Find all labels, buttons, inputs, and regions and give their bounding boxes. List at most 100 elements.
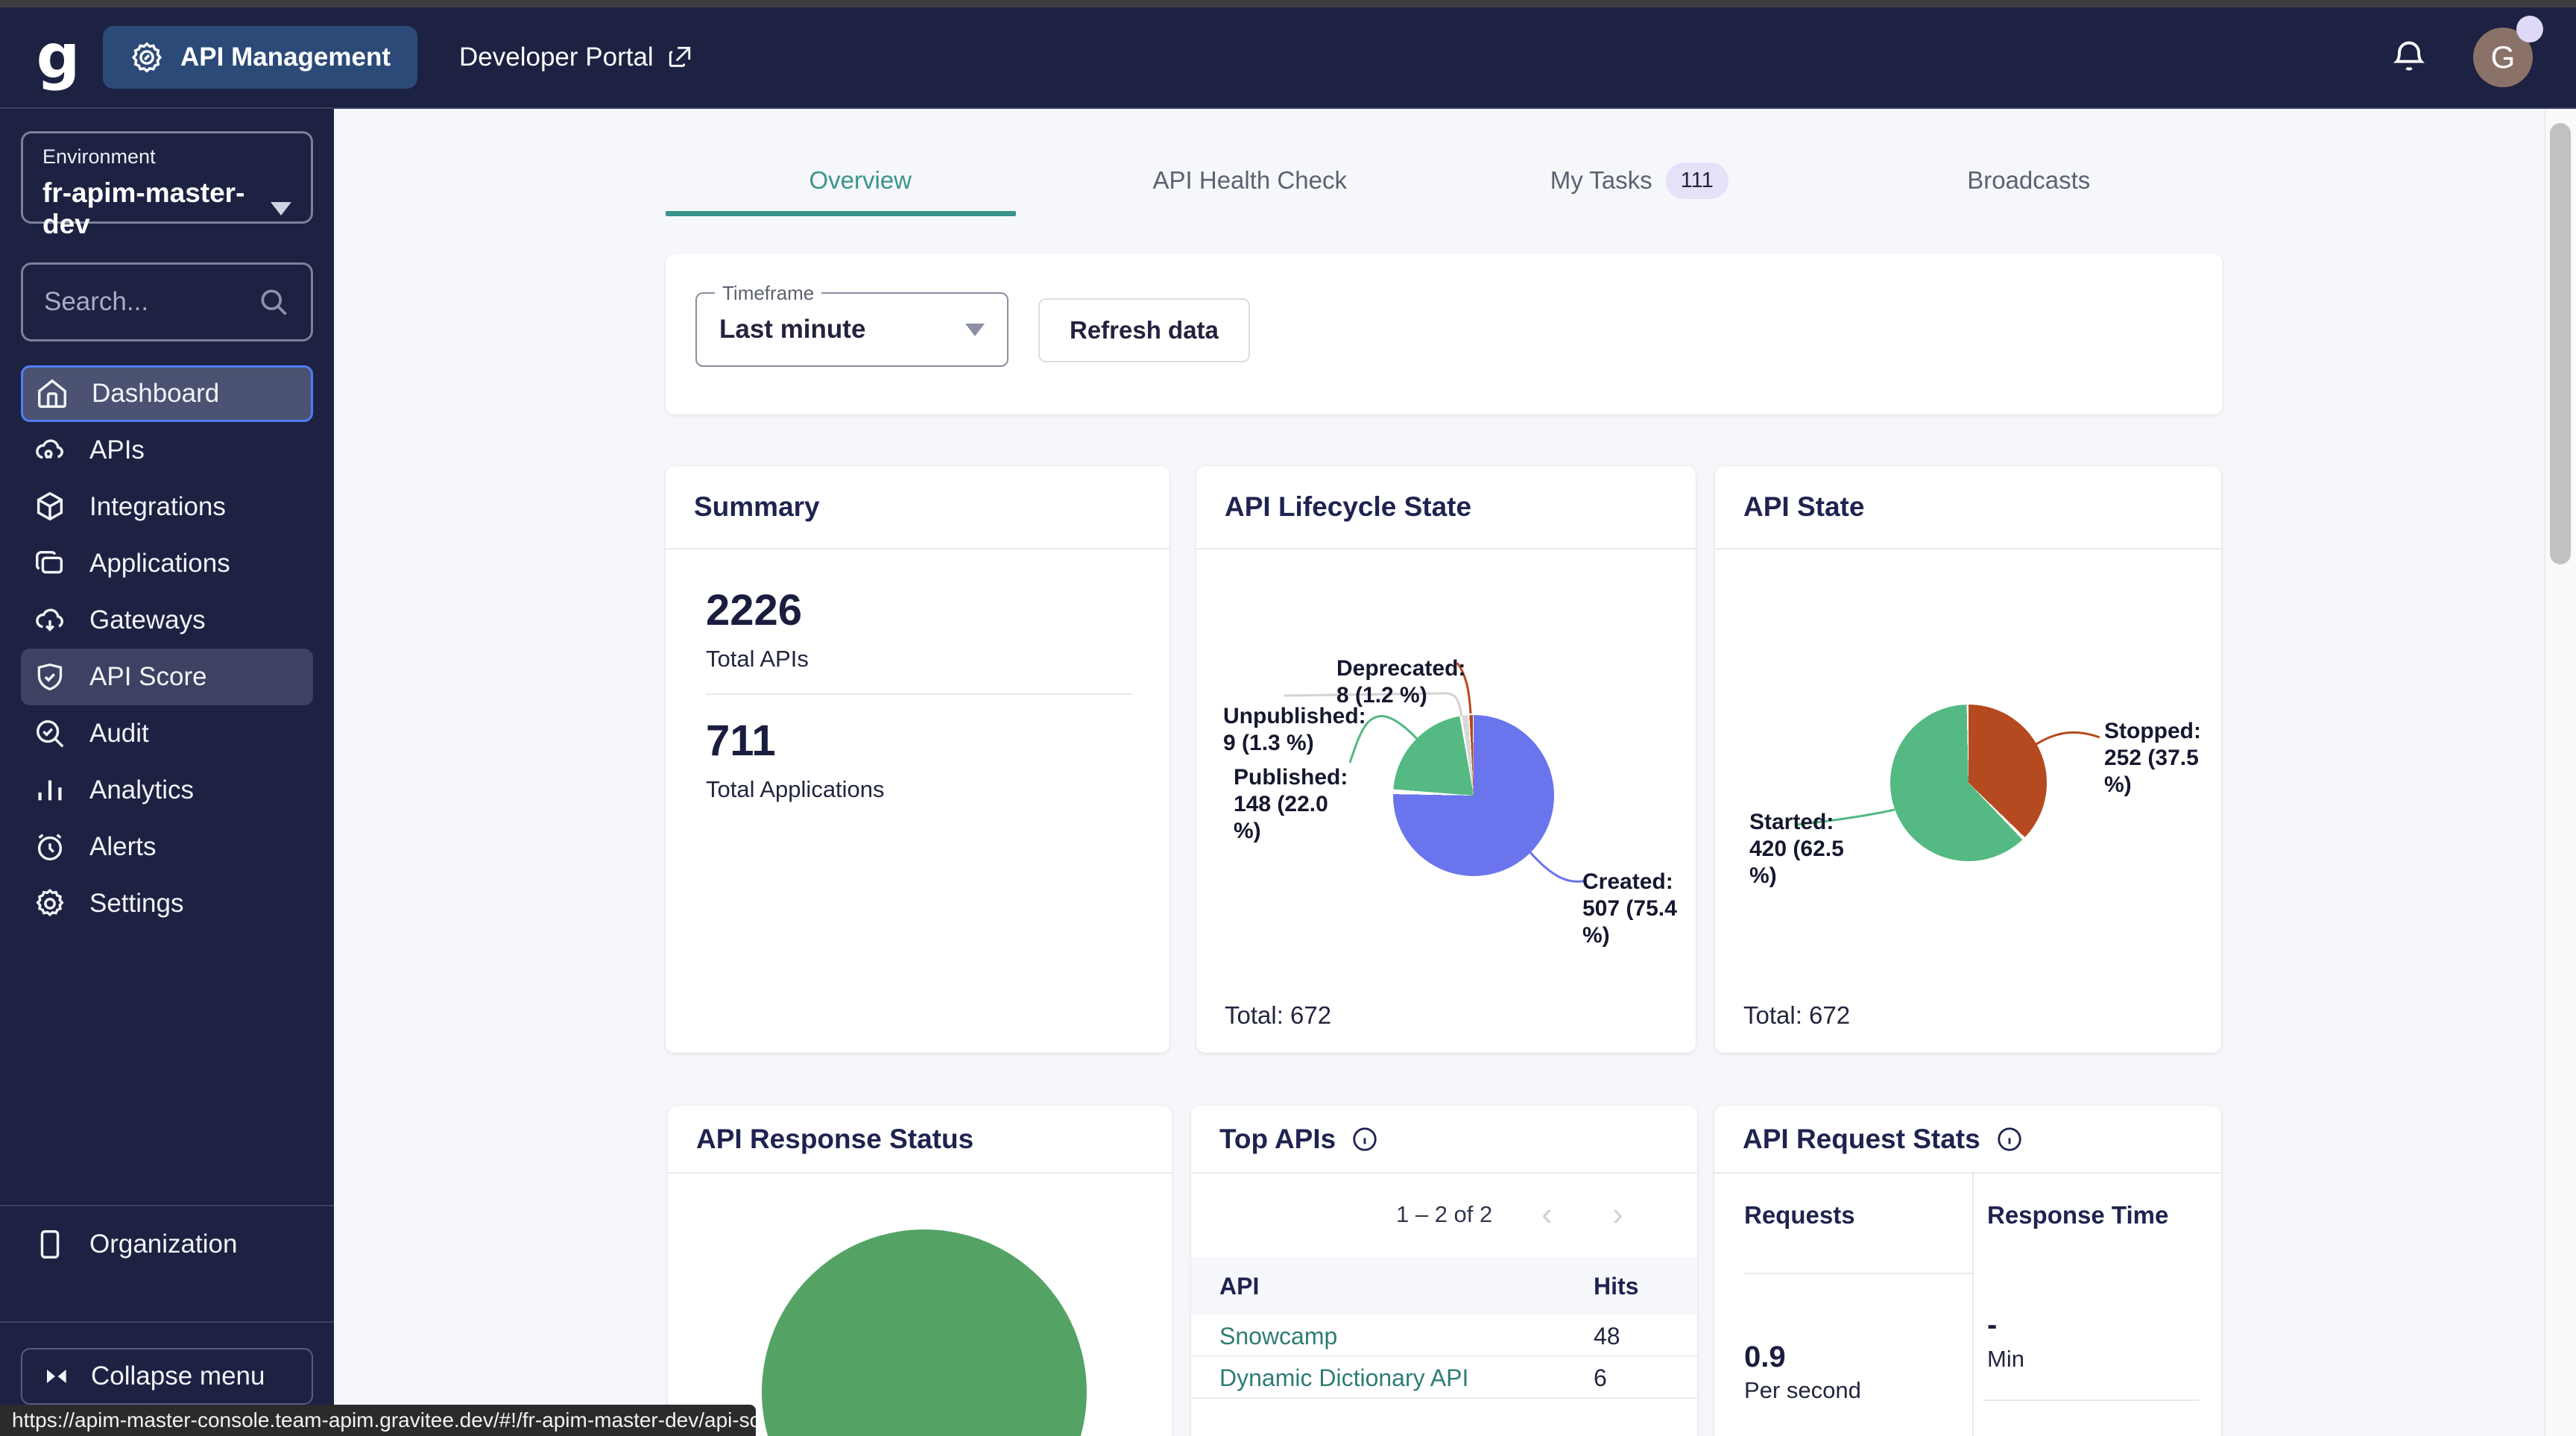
gear-badge-icon <box>130 40 164 75</box>
top-apis-card: Top APIs 1 – 2 of 2 ‹ › API Hits Snowcam… <box>1191 1106 1697 1436</box>
divider <box>1972 1172 1974 1436</box>
bar-chart-icon <box>33 773 67 807</box>
total-applications-value: 711 <box>706 716 1141 766</box>
tab-my-tasks[interactable]: My Tasks 111 <box>1445 146 1834 215</box>
requests-per-second-unit: Per second <box>1744 1377 1861 1404</box>
environment-value: fr-apim-master-dev <box>42 177 271 240</box>
tab-overview[interactable]: Overview <box>666 146 1055 215</box>
table-header: API Hits <box>1191 1257 1697 1315</box>
divider <box>1196 548 1696 549</box>
api-link[interactable]: Snowcamp <box>1219 1323 1337 1350</box>
refresh-data-button[interactable]: Refresh data <box>1038 298 1250 362</box>
table-row: Snowcamp 48 <box>1191 1317 1697 1357</box>
lifecycle-pie-chart[interactable] <box>1393 715 1554 876</box>
response-time-header: Response Time <box>1987 1201 2168 1229</box>
api-lifecycle-state-card: API Lifecycle State Deprecated:8 (1.2 %)… <box>1196 466 1696 1053</box>
pie-label-unpublished: Unpublished:9 (1.3 %) <box>1223 703 1389 757</box>
pie-label-published: Published:148 (22.0 %) <box>1234 764 1357 845</box>
tasks-count-badge: 111 <box>1666 163 1729 199</box>
card-title: API State <box>1743 491 1864 523</box>
timeframe-label: Timeframe <box>715 282 821 305</box>
total-apis-value: 2226 <box>706 585 1141 635</box>
sidebar: Environment fr-apim-master-dev Search... <box>0 109 334 1436</box>
sidebar-item-api-score[interactable]: API Score <box>21 649 313 705</box>
environment-select[interactable]: Environment fr-apim-master-dev <box>21 131 313 224</box>
divider <box>1714 1172 2221 1174</box>
api-management-button[interactable]: API Management <box>103 26 417 89</box>
link-url: https://apim-master-console.team-apim.gr… <box>12 1408 756 1432</box>
next-page-icon[interactable]: › <box>1612 1196 1623 1233</box>
sidebar-divider <box>0 1205 334 1206</box>
presence-dot <box>2516 16 2543 42</box>
active-tab-indicator <box>666 211 1016 216</box>
stacked-windows-icon <box>33 547 67 581</box>
api-state-card: API State Stopped:252 (37.5 %) Started:4… <box>1715 466 2221 1053</box>
divider <box>1715 548 2221 549</box>
total-apis-label: Total APIs <box>706 646 1141 673</box>
sidebar-divider <box>0 1321 334 1323</box>
card-title: API Request Stats <box>1743 1124 1980 1155</box>
developer-portal-link[interactable]: Developer Portal <box>459 42 692 72</box>
shield-check-icon <box>33 660 67 694</box>
sidebar-item-organization[interactable]: Organization <box>33 1227 237 1262</box>
collapse-menu-button[interactable]: Collapse menu <box>21 1348 313 1405</box>
sidebar-item-applications[interactable]: Applications <box>0 535 334 592</box>
divider <box>706 693 1132 695</box>
home-icon <box>35 377 69 411</box>
collapse-arrows-icon <box>39 1360 72 1393</box>
column-api: API <box>1219 1273 1259 1300</box>
sidebar-item-dashboard[interactable]: Dashboard <box>21 365 313 422</box>
pagination-range: 1 – 2 of 2 <box>1396 1201 1492 1228</box>
api-response-status-card: API Response Status <box>668 1106 1172 1436</box>
response-min-value: - <box>1987 1309 1997 1342</box>
scrollbar-thumb[interactable] <box>2550 123 2571 564</box>
scrollbar-track[interactable] <box>2545 110 2576 1436</box>
search-placeholder: Search... <box>44 287 148 317</box>
card-title: API Response Status <box>696 1124 973 1155</box>
notifications-bell-icon[interactable] <box>2390 38 2428 77</box>
sidebar-menu: Dashboard APIs Integrations <box>0 365 334 932</box>
topbar-actions: G <box>2390 28 2533 87</box>
hits-value: 48 <box>1594 1323 1620 1350</box>
search-check-icon <box>33 717 67 751</box>
sidebar-item-audit[interactable]: Audit <box>0 705 334 762</box>
environment-label: Environment <box>42 145 291 169</box>
user-menu[interactable]: G <box>2473 28 2533 87</box>
dashboard-tabs: Overview API Health Check My Tasks 111 B… <box>666 146 2223 215</box>
building-icon <box>33 1227 67 1262</box>
divider <box>668 1172 1172 1174</box>
sidebar-item-integrations[interactable]: Integrations <box>0 479 334 535</box>
gravitee-logo[interactable]: g <box>13 30 103 85</box>
pie-label-started: Started:420 (62.5 %) <box>1749 809 1869 889</box>
info-icon[interactable] <box>1995 1125 2024 1153</box>
sidebar-item-alerts[interactable]: Alerts <box>0 819 334 875</box>
response-status-pie-chart[interactable] <box>762 1229 1087 1436</box>
cloud-gear-icon <box>33 433 67 467</box>
api-link[interactable]: Dynamic Dictionary API <box>1219 1364 1468 1392</box>
summary-card: Summary 2226 Total APIs 711 Total Applic… <box>666 466 1169 1053</box>
tab-broadcasts[interactable]: Broadcasts <box>1834 146 2224 215</box>
search-input[interactable]: Search... <box>21 262 313 341</box>
tab-api-health-check[interactable]: API Health Check <box>1055 146 1445 215</box>
sidebar-item-gateways[interactable]: Gateways <box>0 592 334 649</box>
info-icon[interactable] <box>1351 1125 1379 1153</box>
dropdown-caret-icon <box>965 324 985 336</box>
card-title: Top APIs <box>1219 1124 1336 1155</box>
search-icon <box>257 286 290 318</box>
requests-per-second-value: 0.9 <box>1744 1341 1786 1374</box>
api-state-pie-chart[interactable] <box>1890 705 2047 861</box>
divider <box>1744 1273 1972 1274</box>
timeframe-select[interactable]: Timeframe Last minute <box>695 292 1008 367</box>
response-min-unit: Min <box>1987 1346 2024 1373</box>
sidebar-item-analytics[interactable]: Analytics <box>0 762 334 819</box>
previous-page-icon[interactable]: ‹ <box>1541 1196 1553 1233</box>
cloud-download-icon <box>33 603 67 637</box>
apim-console: g API Management Developer Portal <box>0 0 2576 1436</box>
table-row: Dynamic Dictionary API 6 <box>1191 1358 1697 1399</box>
sidebar-item-settings[interactable]: Settings <box>0 875 334 932</box>
sidebar-item-apis[interactable]: APIs <box>0 422 334 479</box>
requests-header: Requests <box>1744 1201 1855 1229</box>
pagination: 1 – 2 of 2 ‹ › <box>1191 1172 1697 1257</box>
pie-label-created: Created:507 (75.4 %) <box>1582 869 1705 949</box>
link-preview-statusbar: https://apim-master-console.team-apim.gr… <box>0 1405 756 1436</box>
